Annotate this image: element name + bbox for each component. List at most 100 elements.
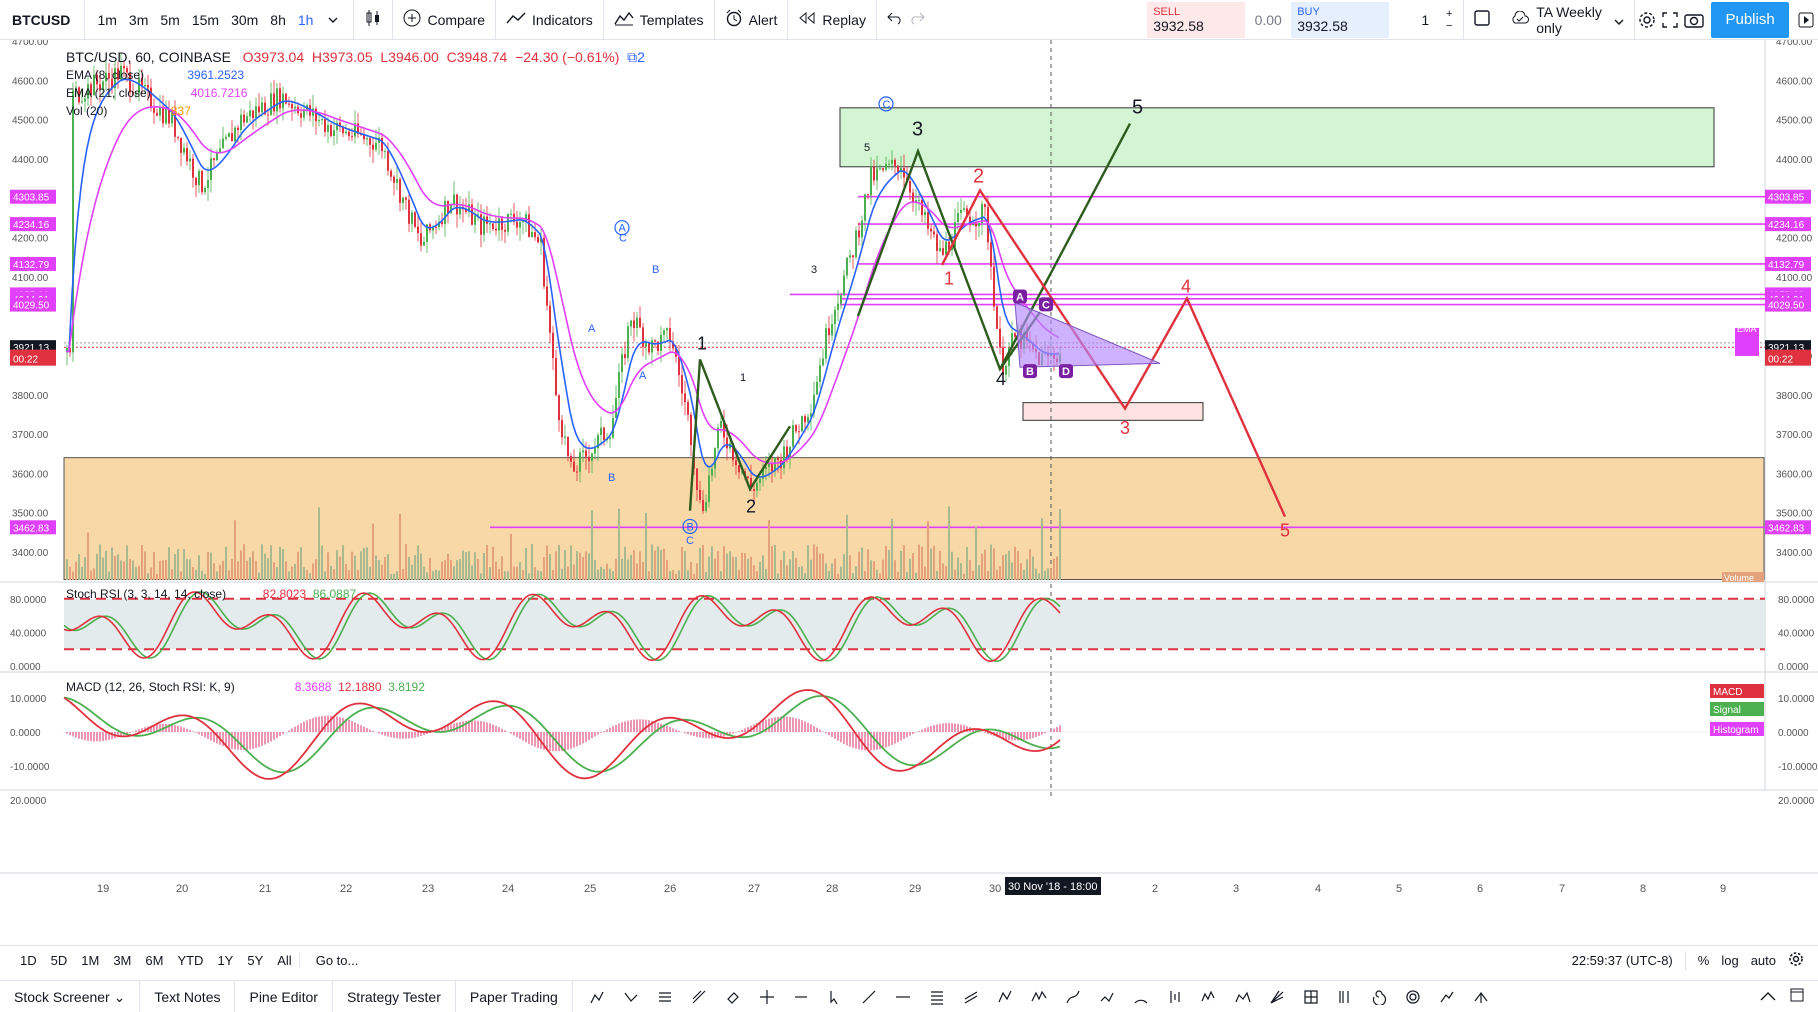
chart-canvas[interactable]: C35521 43541213ABCCBBAAABCD4700.004700.00… bbox=[0, 40, 1818, 920]
horizontal-line-icon[interactable] bbox=[887, 981, 921, 1012]
volume-bar bbox=[879, 573, 881, 580]
plus-icon[interactable]: + bbox=[1446, 8, 1452, 20]
volume-bar bbox=[777, 573, 779, 580]
collapse-icon[interactable] bbox=[1760, 988, 1776, 1005]
quantity-stepper[interactable]: + − bbox=[1439, 8, 1459, 32]
candle-body bbox=[345, 131, 347, 134]
percent-toggle[interactable]: % bbox=[1698, 953, 1710, 968]
range-1d[interactable]: 1D bbox=[0, 953, 44, 968]
tab-pine-editor[interactable]: Pine Editor bbox=[235, 980, 333, 1012]
ema8-legend[interactable]: EMA (8, close) 3961.2523 bbox=[66, 66, 244, 84]
tab-strategy-tester[interactable]: Strategy Tester bbox=[333, 980, 456, 1012]
compare-button[interactable]: Compare bbox=[393, 0, 497, 40]
gear-icon[interactable] bbox=[1635, 0, 1658, 40]
trendline-icon[interactable] bbox=[853, 981, 887, 1012]
maximize-icon[interactable] bbox=[1790, 988, 1804, 1005]
volume-bar bbox=[84, 557, 86, 580]
replay-button[interactable]: Replay bbox=[788, 0, 877, 40]
stoch-legend[interactable]: Stoch RSI (3, 3, 14, 14, close) 82.8023 … bbox=[66, 585, 356, 603]
interval-3m[interactable]: 3m bbox=[123, 0, 154, 40]
projection-icon[interactable] bbox=[1431, 981, 1465, 1012]
arc-icon[interactable] bbox=[1125, 981, 1159, 1012]
rewind-icon bbox=[798, 11, 816, 28]
fullscreen-icon[interactable] bbox=[1659, 0, 1682, 40]
fib-spiral-icon[interactable] bbox=[1363, 981, 1397, 1012]
fib-fan-icon[interactable] bbox=[1261, 981, 1295, 1012]
chart-area[interactable]: C 3 5 5 2 1 4 3 5 4 1 2 1 3 A B C C B B A A A B C D 4700.00 4700.00… bbox=[0, 40, 1818, 920]
elliott-impulse-icon[interactable] bbox=[581, 981, 615, 1012]
goto-button[interactable]: Go to... bbox=[298, 953, 366, 968]
parallel-channel-icon[interactable] bbox=[955, 981, 989, 1012]
clock-label[interactable]: 22:59:37 (UTC-8) bbox=[1572, 953, 1673, 968]
buy-button[interactable]: BUY 3932.58 bbox=[1291, 1, 1390, 38]
auto-toggle[interactable]: auto bbox=[1751, 953, 1776, 968]
volume-bar bbox=[429, 558, 431, 580]
gann-box-icon[interactable] bbox=[1295, 981, 1329, 1012]
range-ytd[interactable]: YTD bbox=[170, 953, 210, 968]
range-5d[interactable]: 5D bbox=[44, 953, 75, 968]
long-position-icon[interactable] bbox=[1159, 981, 1193, 1012]
ema21-legend[interactable]: EMA (21, close) 4016.7216 bbox=[66, 84, 247, 102]
candle-body bbox=[795, 425, 797, 432]
forecast-icon[interactable] bbox=[1465, 981, 1499, 1012]
ray-icon[interactable] bbox=[785, 981, 819, 1012]
fib-timezone-icon[interactable] bbox=[1329, 981, 1363, 1012]
volume-bar bbox=[855, 566, 857, 580]
fib-channel-icon[interactable] bbox=[649, 981, 683, 1012]
candle-body bbox=[549, 305, 551, 333]
tab-paper-trading[interactable]: Paper Trading bbox=[456, 980, 573, 1012]
xabcd-pattern-icon[interactable] bbox=[1023, 981, 1057, 1012]
pitchfork-icon[interactable] bbox=[683, 981, 717, 1012]
gear-icon[interactable] bbox=[1788, 951, 1804, 970]
candle-body bbox=[816, 381, 818, 395]
volume-legend[interactable]: Vol (20) 837 bbox=[66, 102, 191, 120]
elliott-correction-icon[interactable] bbox=[615, 981, 649, 1012]
alert-button[interactable]: Alert bbox=[715, 0, 789, 40]
circle-icon[interactable] bbox=[1397, 981, 1431, 1012]
camera-icon[interactable] bbox=[1682, 0, 1705, 40]
publish-button[interactable]: Publish bbox=[1711, 1, 1789, 38]
log-toggle[interactable]: log bbox=[1721, 953, 1738, 968]
elliott-wave-icon[interactable] bbox=[1193, 981, 1227, 1012]
cursor-icon[interactable] bbox=[819, 981, 853, 1012]
target-box-red bbox=[1022, 402, 1204, 421]
range-6m[interactable]: 6M bbox=[138, 953, 170, 968]
crosshair-icon[interactable] bbox=[751, 981, 785, 1012]
eraser-icon[interactable] bbox=[717, 981, 751, 1012]
interval-30m[interactable]: 30m bbox=[225, 0, 264, 40]
interval-1h[interactable]: 1h bbox=[292, 0, 320, 40]
indicators-button[interactable]: Indicators bbox=[496, 0, 604, 40]
layout-menu[interactable]: TA Weekly only bbox=[1500, 0, 1636, 40]
minus-icon[interactable]: − bbox=[1446, 20, 1452, 32]
chevron-down-icon[interactable] bbox=[319, 0, 347, 40]
symbol-search[interactable]: BTCUSD bbox=[0, 0, 86, 40]
templates-button[interactable]: Templates bbox=[604, 0, 715, 40]
tab-text-notes[interactable]: Text Notes bbox=[140, 980, 236, 1012]
abcd-pattern-icon[interactable] bbox=[989, 981, 1023, 1012]
layout-checkbox[interactable] bbox=[1464, 0, 1500, 40]
range-3m[interactable]: 3M bbox=[106, 953, 138, 968]
macd-legend[interactable]: MACD (12, 26, Stoch RSI: K, 9) 8.3688 12… bbox=[66, 678, 425, 696]
redo-icon[interactable] bbox=[909, 11, 925, 28]
interval-15m[interactable]: 15m bbox=[186, 0, 225, 40]
legend-symbol[interactable]: BTC/USD, 60, COINBASE bbox=[66, 49, 231, 65]
quantity-field[interactable]: 1 bbox=[1389, 12, 1439, 28]
range-all[interactable]: All bbox=[270, 953, 298, 968]
sell-button[interactable]: SELL 3932.58 bbox=[1147, 1, 1246, 38]
range-1y[interactable]: 1Y bbox=[210, 953, 240, 968]
play-icon[interactable] bbox=[1795, 0, 1818, 40]
fib-retracement-icon[interactable] bbox=[921, 981, 955, 1012]
tab-stock-screener[interactable]: Stock Screener ⌄ bbox=[0, 980, 141, 1012]
head-shoulders-icon[interactable] bbox=[1227, 981, 1261, 1012]
path-icon[interactable] bbox=[1091, 981, 1125, 1012]
interval-5m[interactable]: 5m bbox=[154, 0, 185, 40]
range-5y[interactable]: 5Y bbox=[240, 953, 270, 968]
undo-icon[interactable] bbox=[887, 11, 903, 28]
ideas-icon[interactable]: ⧉ bbox=[627, 49, 637, 65]
interval-8h[interactable]: 8h bbox=[264, 0, 292, 40]
interval-1m[interactable]: 1m bbox=[91, 0, 122, 40]
volume-bar bbox=[495, 561, 497, 580]
brush-icon[interactable] bbox=[1057, 981, 1091, 1012]
chart-type-button[interactable] bbox=[354, 0, 394, 40]
range-1m[interactable]: 1M bbox=[74, 953, 106, 968]
